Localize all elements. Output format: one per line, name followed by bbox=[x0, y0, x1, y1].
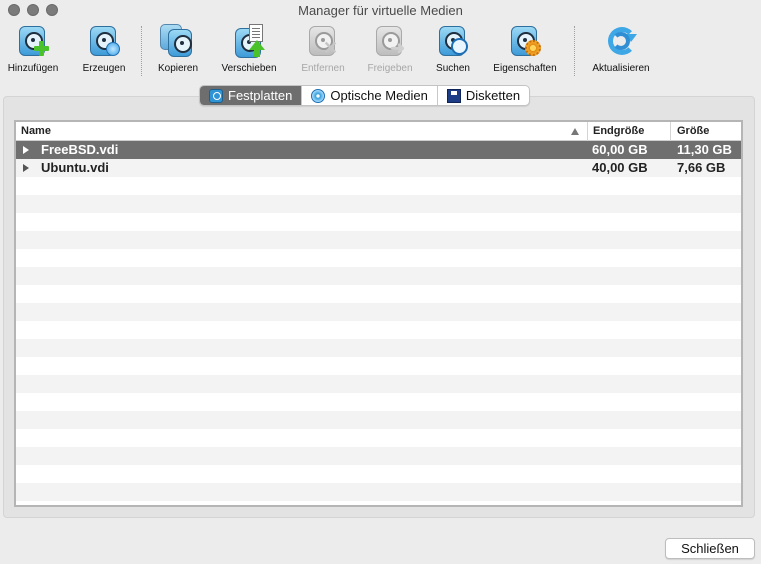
media-type-tabs: Festplatten Optische Medien Disketten bbox=[199, 85, 531, 106]
release-button[interactable]: ➜ Freigeben bbox=[362, 24, 418, 78]
close-button[interactable]: Schließen bbox=[665, 538, 755, 559]
window-title: Manager für virtuelle Medien bbox=[298, 3, 463, 18]
add-button[interactable]: Hinzufügen bbox=[4, 24, 62, 78]
sort-ascending-icon bbox=[571, 128, 579, 135]
copy-label: Kopieren bbox=[157, 63, 199, 74]
release-disk-icon: ➜ bbox=[372, 24, 408, 58]
column-header-actual-size[interactable]: Größe bbox=[672, 122, 741, 141]
column-name-label: Name bbox=[21, 125, 51, 137]
create-disk-icon bbox=[86, 24, 122, 58]
row-virtual-size: 40,00 GB bbox=[592, 160, 648, 175]
tab-optical-media-label: Optische Medien bbox=[330, 88, 428, 103]
tab-hard-disks[interactable]: Festplatten bbox=[200, 86, 303, 105]
expand-triangle-icon[interactable] bbox=[23, 146, 29, 154]
properties-button[interactable]: Eigenschaften bbox=[488, 24, 562, 78]
move-label: Verschieben bbox=[221, 63, 277, 74]
move-disk-icon bbox=[231, 24, 267, 58]
search-label: Suchen bbox=[436, 63, 470, 74]
add-disk-icon bbox=[15, 24, 51, 58]
properties-label: Eigenschaften bbox=[493, 63, 557, 74]
hard-disk-icon bbox=[209, 88, 223, 103]
add-label: Hinzufügen bbox=[7, 63, 59, 74]
toolbar-separator bbox=[141, 26, 142, 76]
close-window-button[interactable] bbox=[8, 4, 20, 16]
virtual-media-manager-window: Manager für virtuelle Medien Hinzufügen … bbox=[0, 0, 761, 564]
title-bar: Manager für virtuelle Medien bbox=[0, 0, 761, 22]
column-header-virtual-size[interactable]: Endgröße bbox=[588, 122, 671, 141]
column-virtual-size-label: Endgröße bbox=[593, 125, 645, 137]
row-virtual-size: 60,00 GB bbox=[592, 142, 648, 157]
copy-disk-icon bbox=[160, 24, 196, 58]
search-disk-icon bbox=[435, 24, 471, 58]
zoom-window-button[interactable] bbox=[46, 4, 58, 16]
row-actual-size: 7,66 GB bbox=[677, 160, 726, 175]
row-name: Ubuntu.vdi bbox=[41, 160, 109, 175]
move-button[interactable]: Verschieben bbox=[216, 24, 282, 78]
column-header-name[interactable]: Name bbox=[16, 122, 588, 141]
create-button[interactable]: Erzeugen bbox=[76, 24, 132, 78]
search-button[interactable]: Suchen bbox=[430, 24, 476, 78]
optical-disc-icon bbox=[311, 88, 326, 103]
properties-disk-icon bbox=[507, 24, 543, 58]
row-actual-size: 11,30 GB bbox=[677, 142, 732, 157]
toolbar: Hinzufügen Erzeugen Kopieren Verschieben… bbox=[0, 22, 761, 80]
expand-triangle-icon[interactable] bbox=[23, 164, 29, 172]
create-label: Erzeugen bbox=[82, 63, 126, 74]
media-table: Name Endgröße Größe FreeBSD.vdi 60,00 GB… bbox=[14, 120, 743, 507]
table-header: Name Endgröße Größe bbox=[16, 122, 741, 141]
refresh-label: Aktualisieren bbox=[592, 63, 650, 74]
release-label: Freigeben bbox=[367, 63, 413, 74]
minimize-window-button[interactable] bbox=[27, 4, 39, 16]
tab-floppy-disks-label: Disketten bbox=[465, 88, 521, 103]
tab-optical-media[interactable]: Optische Medien bbox=[302, 86, 438, 105]
tab-hard-disks-label: Festplatten bbox=[228, 88, 293, 103]
remove-label: Entfernen bbox=[301, 63, 345, 74]
refresh-button[interactable]: Aktualisieren bbox=[587, 24, 655, 78]
column-actual-size-label: Größe bbox=[677, 125, 710, 137]
table-row[interactable]: FreeBSD.vdi 60,00 GB 11,30 GB bbox=[16, 141, 741, 159]
refresh-icon bbox=[603, 24, 639, 58]
table-body: FreeBSD.vdi 60,00 GB 11,30 GB Ubuntu.vdi… bbox=[16, 141, 741, 505]
floppy-disk-icon bbox=[446, 88, 461, 103]
remove-disk-icon: ✕ bbox=[305, 24, 341, 58]
remove-button[interactable]: ✕ Entfernen bbox=[295, 24, 351, 78]
row-name: FreeBSD.vdi bbox=[41, 142, 119, 157]
table-row[interactable]: Ubuntu.vdi 40,00 GB 7,66 GB bbox=[16, 159, 741, 177]
tab-floppy-disks[interactable]: Disketten bbox=[438, 86, 529, 105]
copy-button[interactable]: Kopieren bbox=[152, 24, 204, 78]
toolbar-separator bbox=[574, 26, 575, 76]
